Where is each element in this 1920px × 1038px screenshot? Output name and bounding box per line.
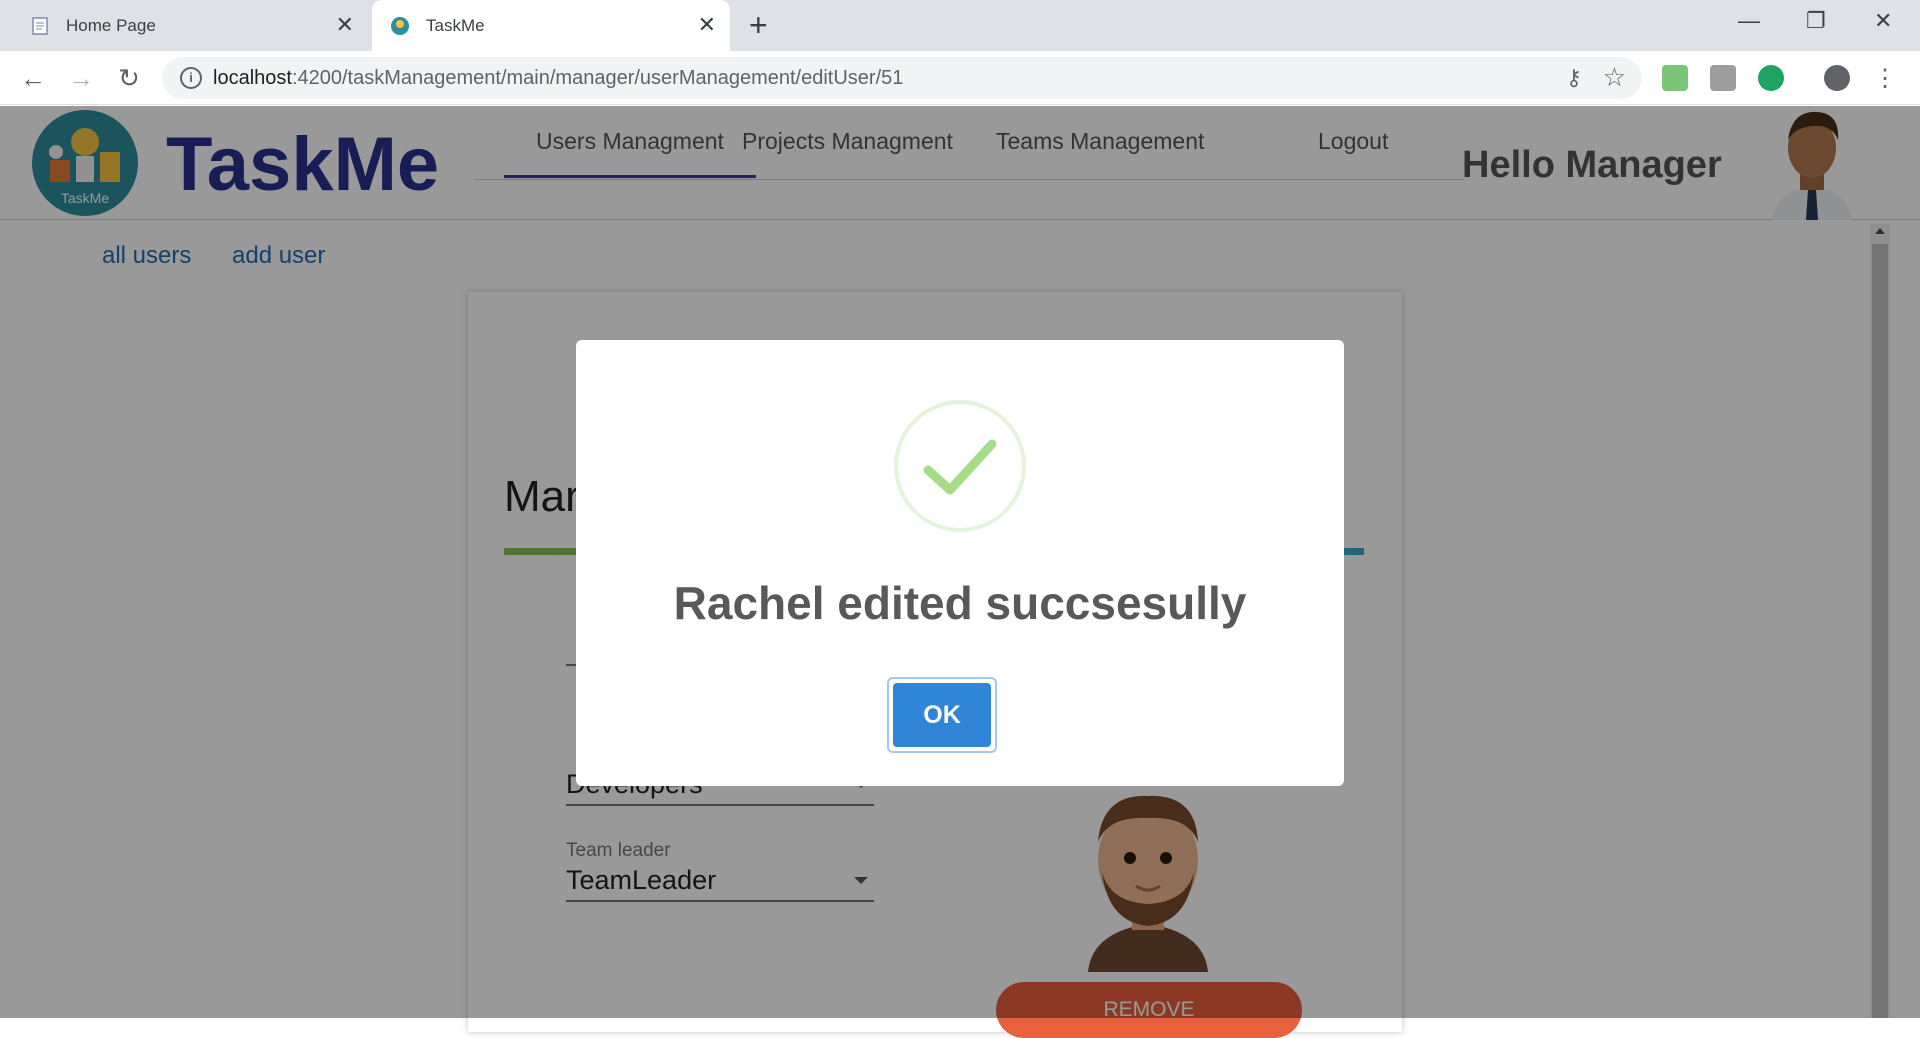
ok-button-focus-ring: OK (887, 677, 997, 753)
new-tab-icon[interactable]: + (749, 8, 768, 42)
profile-icon[interactable] (1824, 65, 1850, 91)
tab-title: TaskMe (426, 15, 485, 35)
taskme-favicon-icon (391, 16, 409, 35)
tab-title: Home Page (66, 15, 156, 35)
site-info-icon[interactable]: i (180, 67, 202, 89)
page-icon (32, 16, 48, 35)
browser-tab-strip: Home Page ✕ TaskMe ✕ + — ❐ ✕ (0, 0, 1920, 51)
tab-taskme[interactable]: TaskMe ✕ (372, 0, 730, 51)
success-dialog: Rachel edited succsesully OK (576, 340, 1344, 786)
tab-home-page[interactable]: Home Page ✕ (0, 0, 368, 51)
restore-icon[interactable]: ❐ (1806, 8, 1826, 34)
checkmark-icon (923, 439, 997, 495)
address-bar: ← → ↻ i localhost:4200/taskManagement/ma… (0, 51, 1920, 105)
key-icon[interactable]: ⚷ (1566, 65, 1582, 91)
extension-green-icon[interactable] (1758, 65, 1784, 91)
menu-dots-icon[interactable]: ⋮ (1870, 63, 1900, 93)
extension-image-icon[interactable] (1710, 65, 1736, 91)
minimize-icon[interactable]: — (1738, 8, 1760, 34)
dialog-message: Rachel edited succsesully (673, 577, 1247, 629)
success-check-icon (894, 400, 1026, 532)
ok-button[interactable]: OK (893, 683, 991, 747)
url-text: localhost:4200/taskManagement/main/manag… (213, 67, 904, 89)
back-icon[interactable]: ← (18, 63, 48, 93)
url-field[interactable]: i localhost:4200/taskManagement/main/man… (162, 57, 1642, 99)
close-tab-icon[interactable]: ✕ (336, 13, 354, 37)
forward-icon[interactable]: → (66, 63, 96, 93)
close-window-icon[interactable]: ✕ (1874, 8, 1892, 34)
bookmark-star-icon[interactable]: ☆ (1603, 62, 1626, 93)
reload-icon[interactable]: ↻ (114, 63, 144, 93)
extension-mail-icon[interactable] (1662, 65, 1688, 91)
close-tab-icon[interactable]: ✕ (698, 13, 716, 37)
